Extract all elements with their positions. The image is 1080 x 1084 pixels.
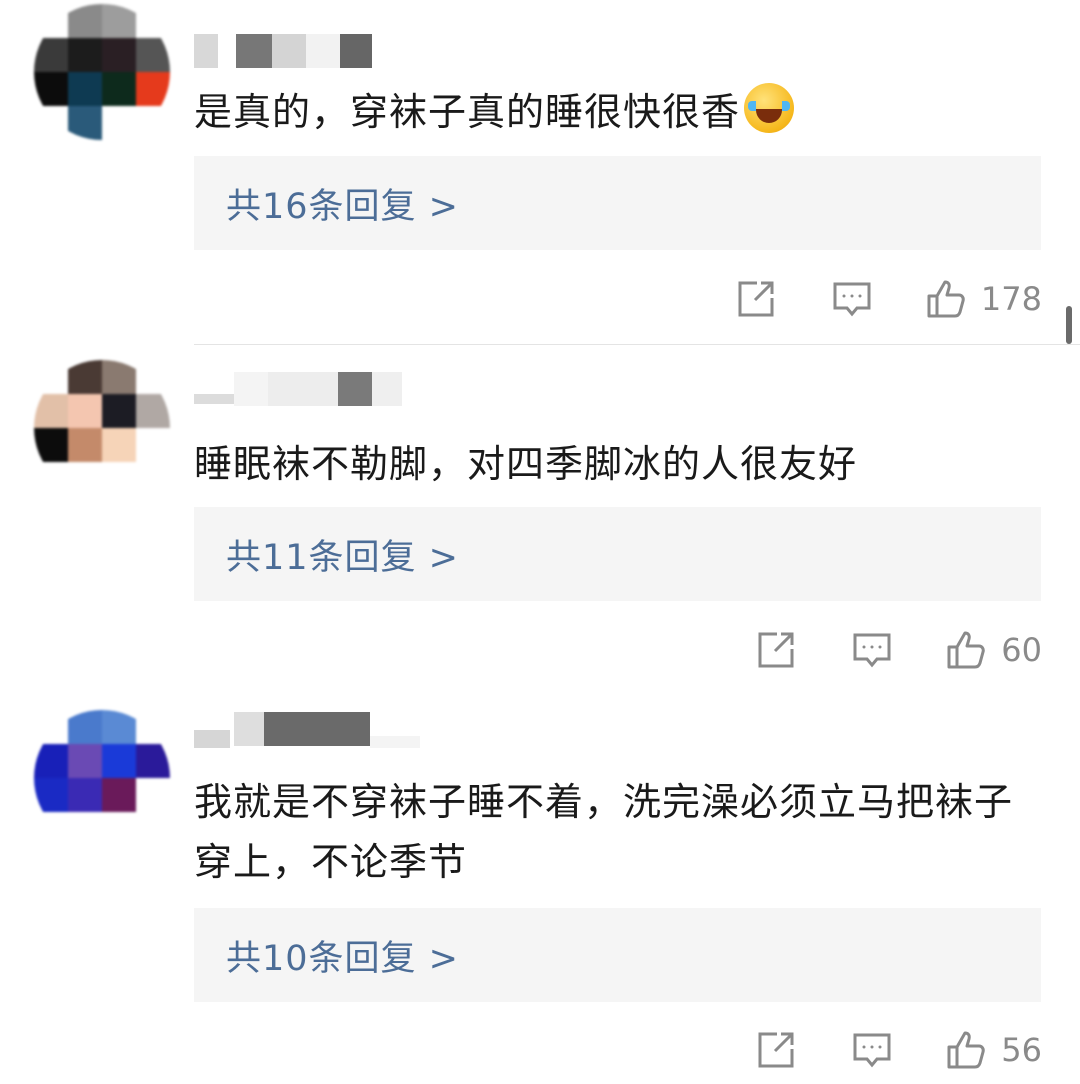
comment-actions: 60 xyxy=(755,625,1042,675)
thumbs-up-icon xyxy=(927,280,965,318)
share-icon[interactable] xyxy=(755,629,797,671)
share-icon[interactable] xyxy=(755,1029,797,1071)
comment-actions: 56 xyxy=(755,1025,1042,1075)
thumbs-up-icon xyxy=(947,1031,986,1069)
replies-label: 共10条回复 > xyxy=(226,938,459,979)
like-button[interactable]: 178 xyxy=(925,278,1042,320)
like-button[interactable]: 60 xyxy=(945,629,1042,671)
like-count: 60 xyxy=(1001,631,1042,669)
view-replies-button[interactable]: 共10条回复 > xyxy=(194,908,1041,1002)
like-button[interactable]: 56 xyxy=(945,1029,1042,1071)
avatar[interactable] xyxy=(34,710,170,846)
rolling-laughing-crying-emoji-icon xyxy=(744,83,795,133)
comment-text: 我就是不穿袜子睡不着，洗完澡必须立马把袜子穿上，不论季节 xyxy=(194,780,1014,884)
like-count: 178 xyxy=(980,280,1042,318)
scrollbar[interactable] xyxy=(1066,306,1072,344)
avatar[interactable] xyxy=(34,4,170,140)
comment-icon[interactable] xyxy=(831,278,873,320)
comment-icon[interactable] xyxy=(851,629,893,671)
share-icon[interactable] xyxy=(735,278,777,320)
comment-icon[interactable] xyxy=(851,1029,893,1071)
avatar[interactable] xyxy=(34,360,170,496)
replies-label: 共11条回复 > xyxy=(226,537,459,578)
comment-text: 睡眠袜不勒脚，对四季脚冰的人很友好 xyxy=(194,442,858,486)
comment-text: 是真的，穿袜子真的睡很快很香 xyxy=(194,82,1054,142)
like-count: 56 xyxy=(1001,1031,1042,1069)
view-replies-button[interactable]: 共16条回复 > xyxy=(194,156,1041,250)
thumbs-up-icon xyxy=(947,631,986,669)
comment-actions: 178 xyxy=(735,274,1042,324)
view-replies-button[interactable]: 共11条回复 > xyxy=(194,507,1041,601)
replies-label: 共16条回复 > xyxy=(226,186,459,227)
divider xyxy=(194,344,1080,345)
